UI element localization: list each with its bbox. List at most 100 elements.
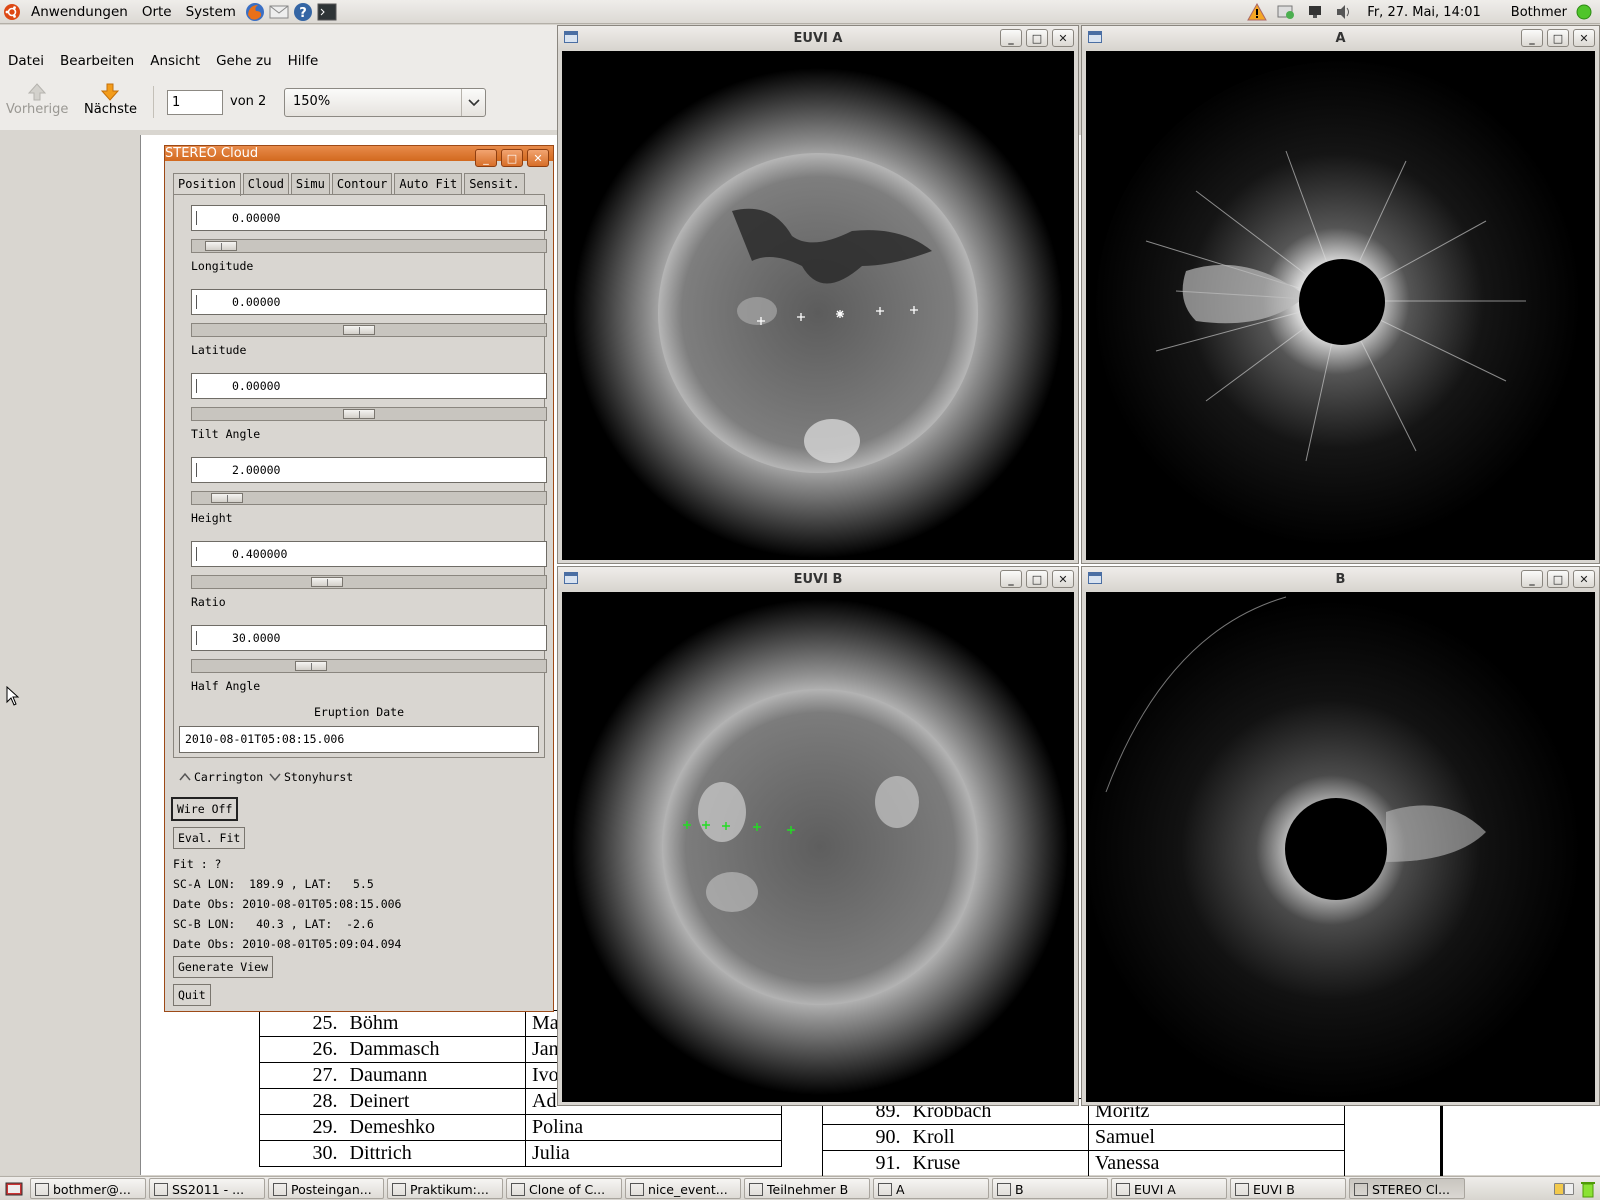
tab-simu[interactable]: Simu	[290, 173, 330, 195]
stereo-cloud-window[interactable]: STEREO Cloud _ □ ✕ Position Cloud Simu C…	[164, 145, 554, 1012]
tilt-angle-slider[interactable]	[191, 407, 547, 421]
next-page-button[interactable]: Nächste	[84, 82, 137, 117]
tilt-angle-field[interactable]: 0.00000	[191, 373, 547, 399]
height-field[interactable]: 2.00000	[191, 457, 547, 483]
update-icon[interactable]	[1276, 2, 1296, 22]
taskbar-item[interactable]: EUVI B	[1230, 1178, 1346, 1199]
taskbar-item[interactable]: SS2011 - ...	[149, 1178, 265, 1199]
taskbar-item[interactable]: Clone of C...	[506, 1178, 622, 1199]
taskbar-item[interactable]: bothmer@...	[30, 1178, 146, 1199]
cor-a-titlebar[interactable]: A _ □ ✕	[1082, 26, 1599, 50]
longitude-slider[interactable]	[191, 239, 547, 253]
carrington-radio[interactable]: Carrington	[179, 770, 263, 784]
maximize-button[interactable]: □	[1026, 570, 1048, 588]
half-angle-slider[interactable]	[191, 659, 547, 673]
volume-icon[interactable]	[1334, 2, 1354, 22]
menu-applications[interactable]: Anwendungen	[24, 4, 135, 20]
quit-button[interactable]: Quit	[173, 984, 211, 1006]
minimize-button[interactable]: _	[1000, 570, 1022, 588]
ratio-field[interactable]: 0.400000	[191, 541, 547, 567]
close-button[interactable]: ✕	[527, 149, 549, 167]
slider-thumb[interactable]	[343, 325, 375, 335]
eval-fit-button[interactable]: Eval. Fit	[173, 827, 246, 849]
stonyhurst-radio[interactable]: Stonyhurst	[269, 770, 353, 784]
taskbar-item[interactable]: STEREO Cl...	[1349, 1178, 1465, 1199]
cor-b-window[interactable]: B _ □ ✕	[1081, 566, 1600, 1106]
maximize-button[interactable]: □	[1026, 29, 1048, 47]
zoom-select[interactable]: 150%	[284, 88, 486, 117]
cor-b-titlebar[interactable]: B _ □ ✕	[1082, 567, 1599, 591]
generate-view-button[interactable]: Generate View	[173, 956, 274, 978]
minimize-button[interactable]: _	[1521, 570, 1543, 588]
euvi-a-image[interactable]	[562, 51, 1074, 560]
slider-thumb[interactable]	[205, 241, 237, 251]
longitude-field[interactable]: 0.00000	[191, 205, 547, 231]
stereo-cloud-titlebar[interactable]: STEREO Cloud _ □ ✕	[165, 146, 553, 167]
show-desktop-icon[interactable]	[4, 1179, 24, 1199]
warning-icon[interactable]	[1247, 2, 1268, 22]
euvi-a-window[interactable]: EUVI A _ □ ✕	[557, 25, 1079, 564]
euvi-b-window[interactable]: EUVI B _ □ ✕	[557, 566, 1079, 1106]
menu-places[interactable]: Orte	[135, 4, 179, 20]
taskbar-item[interactable]: Praktikum:...	[387, 1178, 503, 1199]
menu-gehe-zu[interactable]: Gehe zu	[208, 53, 280, 69]
taskbar-item[interactable]: Teilnehmer B	[744, 1178, 870, 1199]
menu-ansicht[interactable]: Ansicht	[142, 53, 208, 69]
close-button[interactable]: ✕	[1052, 29, 1074, 47]
menu-system[interactable]: System	[179, 4, 243, 20]
slider-thumb[interactable]	[343, 409, 375, 419]
help-icon[interactable]: ?	[293, 2, 313, 22]
page-number-input[interactable]	[167, 90, 223, 115]
ratio-slider[interactable]	[191, 575, 547, 589]
height-slider[interactable]	[191, 491, 547, 505]
slider-thumb[interactable]	[211, 493, 243, 503]
close-button[interactable]: ✕	[1573, 29, 1595, 47]
menu-hilfe[interactable]: Hilfe	[280, 53, 327, 69]
tab-auto-fit[interactable]: Auto Fit	[394, 173, 463, 195]
workspace-switcher-icon[interactable]	[1554, 1179, 1574, 1199]
trash-icon[interactable]	[1578, 1179, 1598, 1199]
maximize-button[interactable]: □	[1547, 29, 1569, 47]
taskbar-item[interactable]: A	[873, 1178, 989, 1199]
minimize-button[interactable]: _	[475, 149, 497, 167]
euvi-b-titlebar[interactable]: EUVI B _ □ ✕	[558, 567, 1078, 591]
mail-icon[interactable]	[269, 2, 289, 22]
chevron-down-icon[interactable]	[461, 89, 485, 116]
cor-b-image[interactable]	[1086, 592, 1595, 1102]
user-name[interactable]: Bothmer	[1511, 5, 1567, 20]
slider-thumb[interactable]	[311, 577, 343, 587]
tab-position[interactable]: Position	[173, 173, 241, 196]
previous-page-button[interactable]: Vorherige	[6, 82, 68, 117]
close-button[interactable]: ✕	[1052, 570, 1074, 588]
eruption-date-field[interactable]: 2010-08-01T05:08:15.006	[179, 726, 539, 753]
maximize-button[interactable]: □	[1547, 570, 1569, 588]
tab-cloud[interactable]: Cloud	[242, 173, 289, 195]
menu-datei[interactable]: Datei	[0, 53, 52, 69]
latitude-field[interactable]: 0.00000	[191, 289, 547, 315]
minimize-button[interactable]: _	[1000, 29, 1022, 47]
wire-off-button[interactable]: Wire Off	[171, 797, 239, 821]
maximize-button[interactable]: □	[501, 149, 523, 167]
euvi-a-titlebar[interactable]: EUVI A _ □ ✕	[558, 26, 1078, 50]
taskbar-item[interactable]: nice_event...	[625, 1178, 741, 1199]
network-icon[interactable]	[1305, 2, 1325, 22]
menu-bearbeiten[interactable]: Bearbeiten	[52, 53, 142, 69]
terminal-icon[interactable]	[317, 2, 337, 22]
minimize-button[interactable]: _	[1521, 29, 1543, 47]
slider-thumb[interactable]	[295, 661, 327, 671]
latitude-slider[interactable]	[191, 323, 547, 337]
firefox-icon[interactable]	[245, 2, 265, 22]
close-button[interactable]: ✕	[1573, 570, 1595, 588]
tab-contour[interactable]: Contour	[331, 173, 393, 195]
taskbar-item[interactable]: EUVI A	[1111, 1178, 1227, 1199]
half-angle-field[interactable]: 30.0000	[191, 625, 547, 651]
taskbar-item[interactable]: B	[992, 1178, 1108, 1199]
user-status-icon[interactable]	[1574, 2, 1594, 22]
taskbar-item[interactable]: Posteingan...	[268, 1178, 384, 1199]
euvi-b-image[interactable]	[562, 592, 1074, 1102]
ubuntu-logo-icon[interactable]	[2, 2, 22, 22]
cor-a-image[interactable]	[1086, 51, 1595, 560]
clock[interactable]: Fr, 27. Mai, 14:01	[1361, 5, 1486, 20]
cor-a-window[interactable]: A _ □ ✕	[1081, 25, 1600, 564]
tab-sensit[interactable]: Sensit.	[464, 173, 525, 195]
